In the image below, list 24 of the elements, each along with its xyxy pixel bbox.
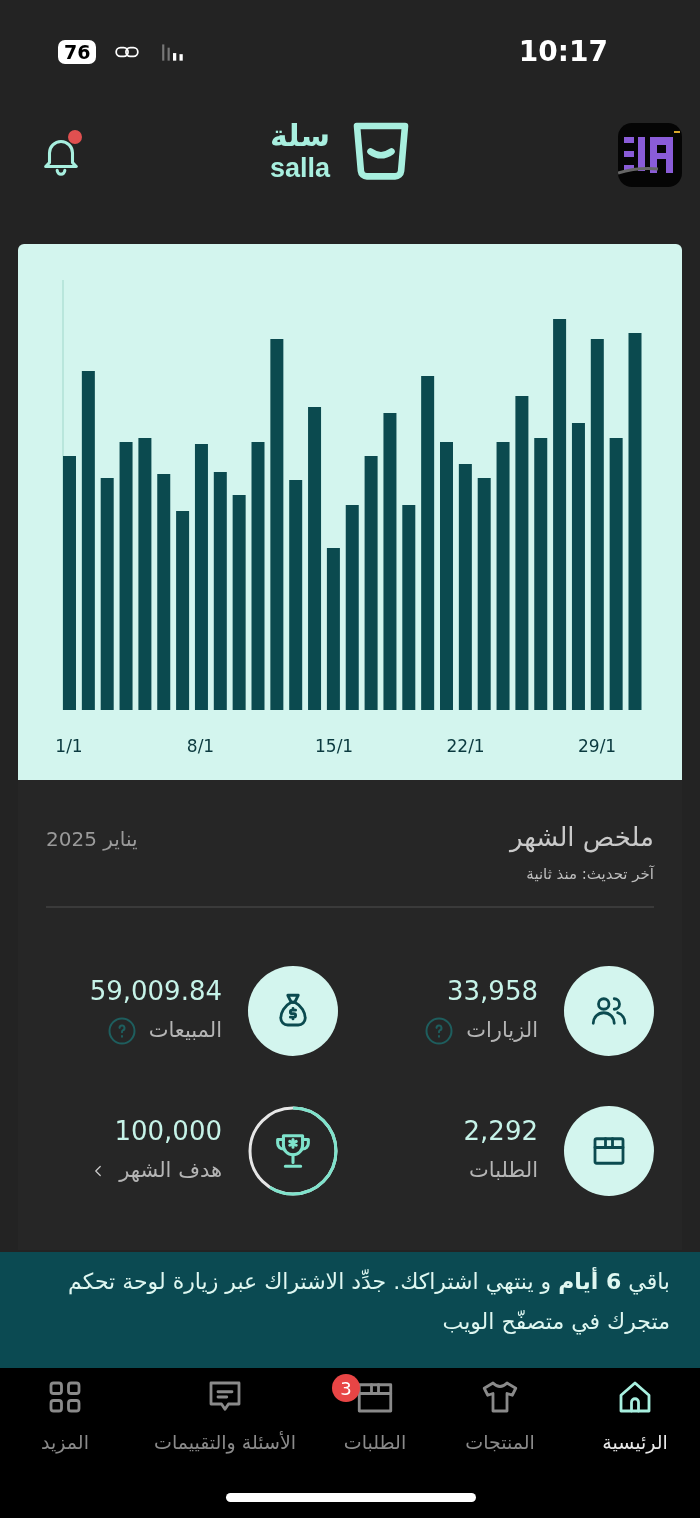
axis-label: 8/1	[185, 735, 216, 758]
stat-label: الزيارات	[466, 1016, 538, 1044]
summary-title: ملخص الشهر	[509, 821, 654, 855]
axis-label: 1/1	[54, 735, 84, 758]
stat-value: 59,009.84	[89, 974, 222, 1007]
axis-label: 22/1	[446, 735, 481, 758]
subscription-notice: باقي 6 أيام و ينتهي اشتراكك. جدِّد الاشتراك عبر زيارة لوحة تحكم متجرك في متصفّح الويب	[67, 1266, 670, 1337]
nav-tab[interactable]: المنتجات	[430, 1376, 570, 1518]
stat-value: 33,958	[446, 974, 538, 1007]
notification-badge: 3	[332, 1374, 360, 1402]
period-label: يناير 2025	[46, 826, 138, 853]
logo-text: سلة	[270, 118, 330, 154]
nav-tab[interactable]: المزيد	[0, 1376, 130, 1518]
stat-value: 2,292	[463, 1114, 538, 1147]
stat-label: الطلبات	[469, 1156, 538, 1184]
nav-tab[interactable]: الرئيسية	[570, 1376, 700, 1518]
stat-value: 100,000	[113, 1114, 222, 1147]
logo-text: salla	[270, 154, 331, 182]
last-updated-text: آخر تحديث: منذ ثانية	[525, 864, 654, 885]
nav-tab[interactable]: الأسئلة والتقييمات	[130, 1376, 320, 1518]
stat-label: هدف الشهر	[119, 1156, 222, 1184]
clock-time: 10:17	[518, 34, 609, 70]
stat-label: المبيعات	[148, 1016, 222, 1044]
battery-indicator: 76	[58, 40, 97, 64]
